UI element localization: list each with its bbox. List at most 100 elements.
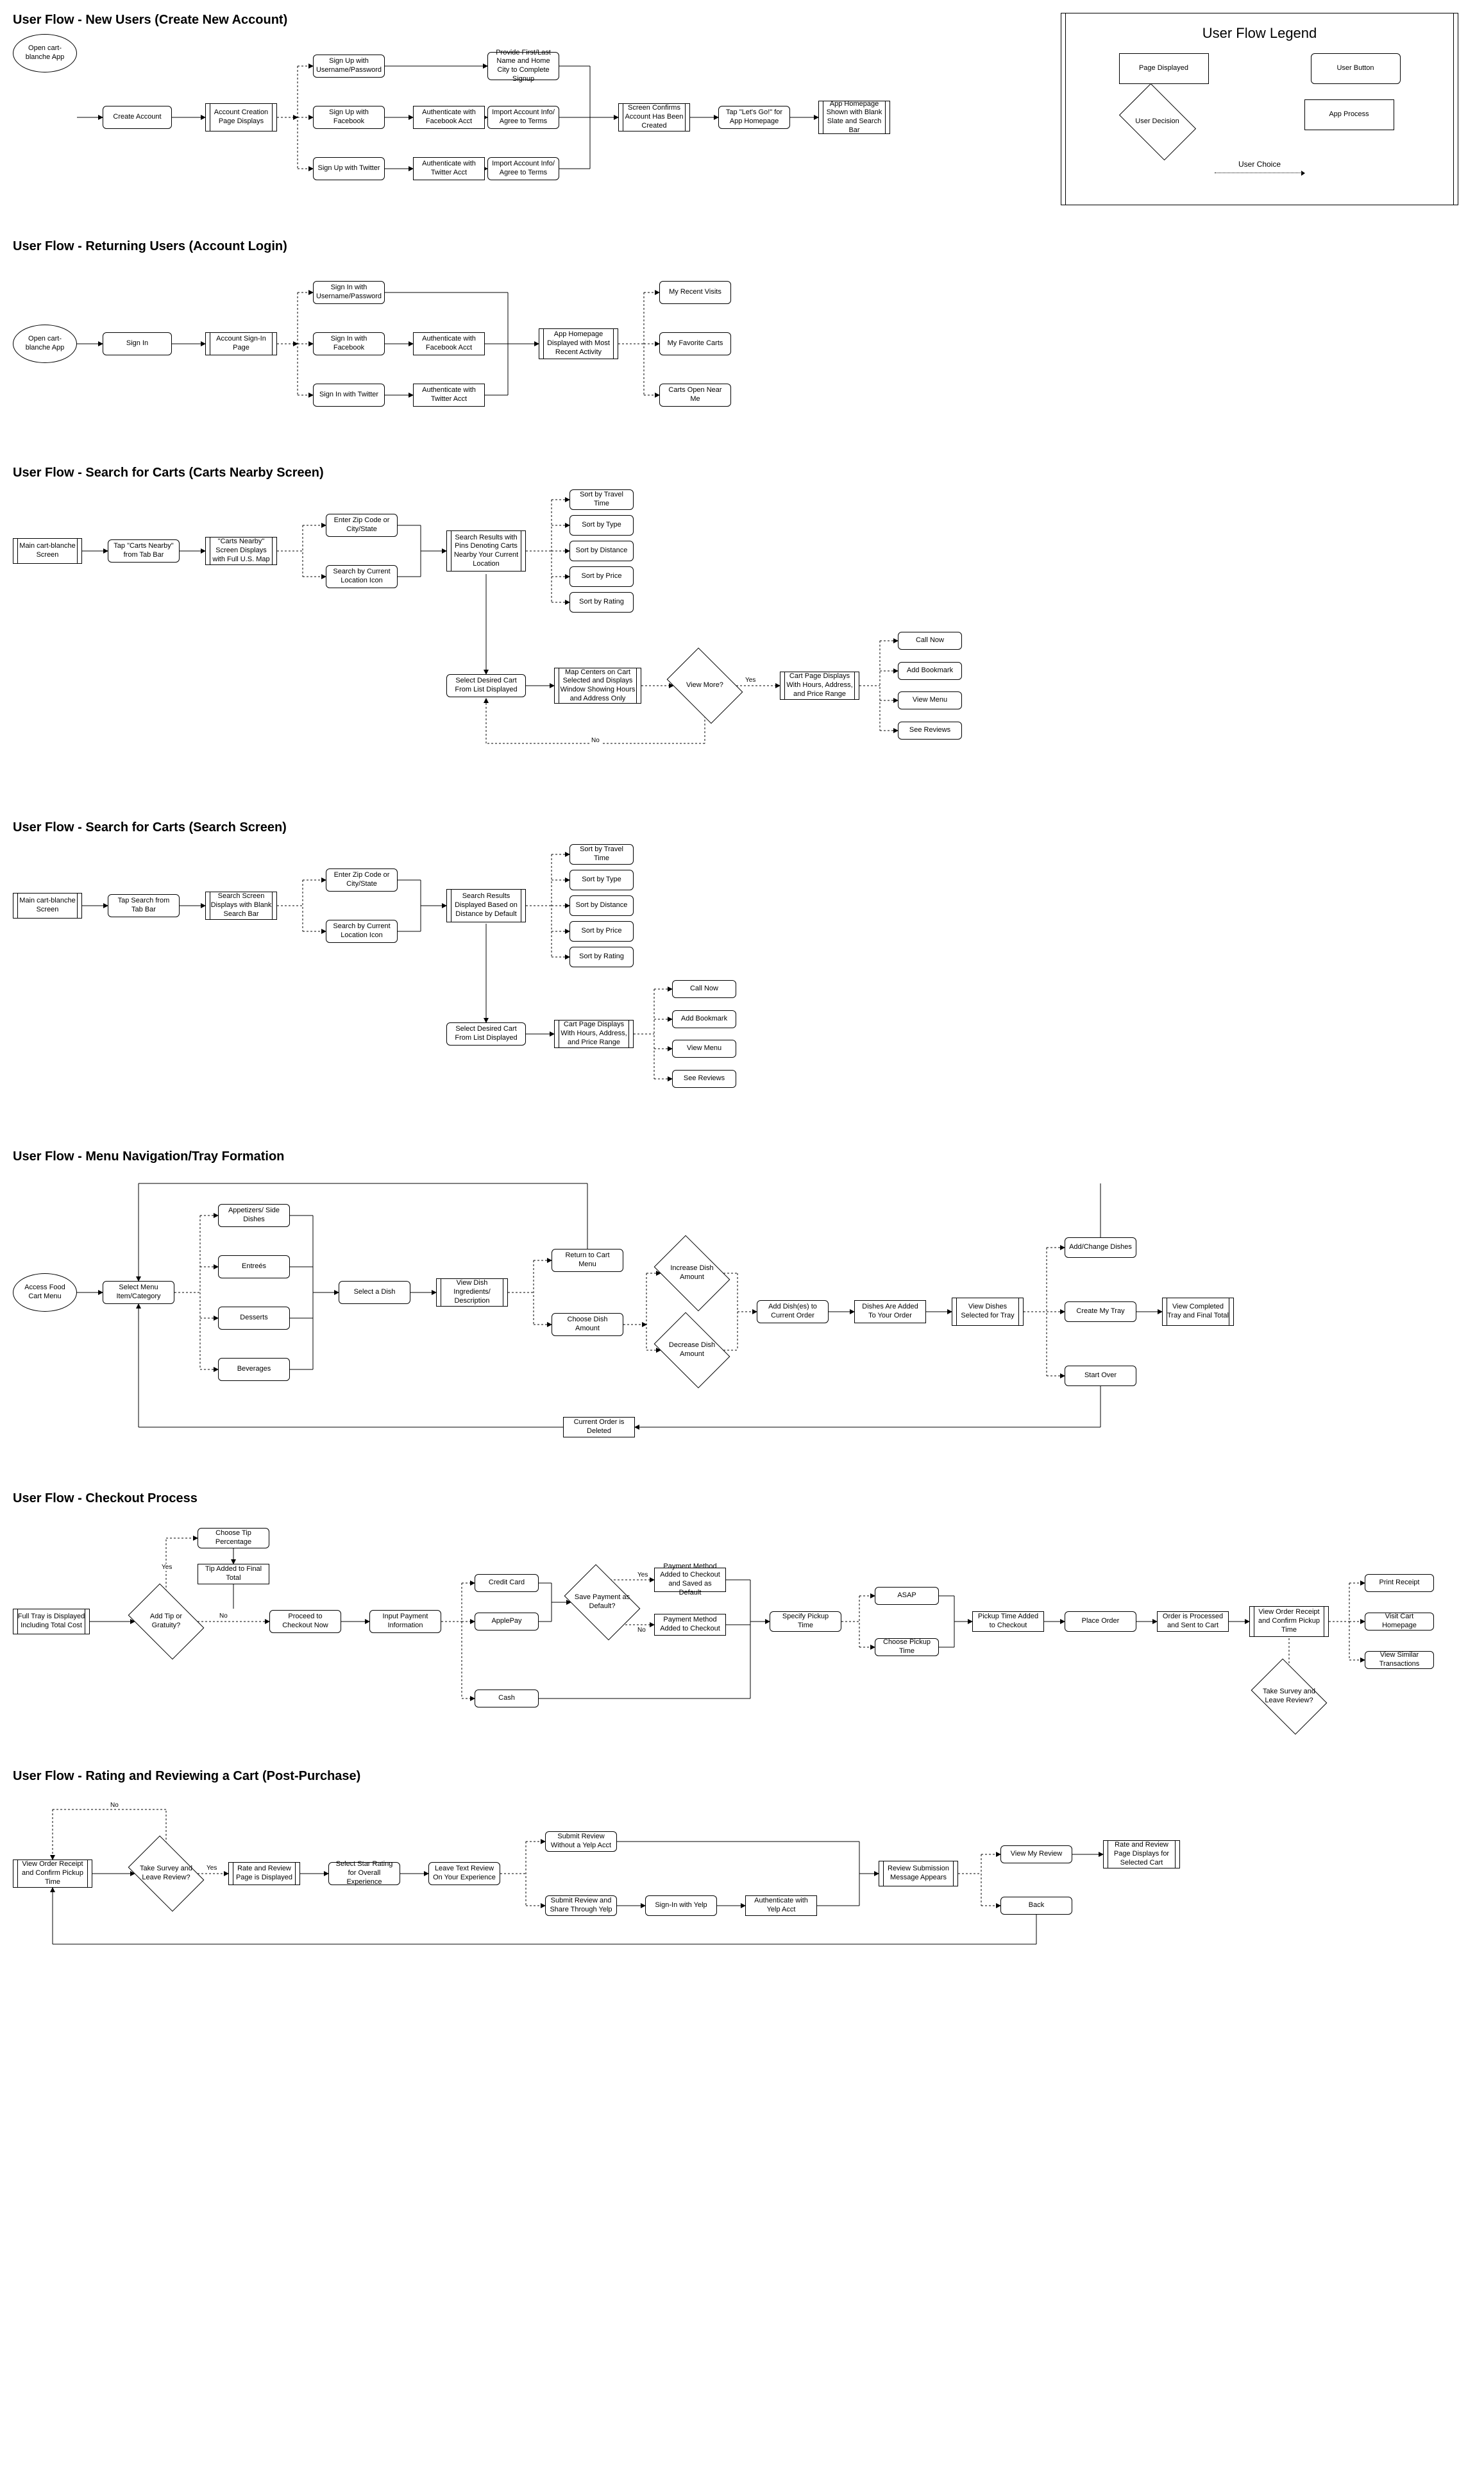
current-location-button[interactable]: Search by Current Location Icon (326, 565, 398, 588)
choose-tip-button[interactable]: Choose Tip Percentage (198, 1528, 269, 1548)
sort-price-button[interactable]: Sort by Price (569, 566, 634, 587)
cash-button[interactable]: Cash (475, 1690, 539, 1707)
decrease-decision[interactable]: Decrease Dish Amount (661, 1328, 723, 1373)
sign-in-button[interactable]: Sign In (103, 332, 172, 355)
select-cart-button[interactable]: Select Desired Cart From List Displayed (446, 674, 526, 697)
import-fb-button[interactable]: Import Account Info/ Agree to Terms (487, 106, 559, 129)
favorite-carts-button[interactable]: My Favorite Carts (659, 332, 731, 355)
carts-nearby-page: "Carts Nearby" Screen Displays with Full… (205, 537, 277, 565)
add-dish-button[interactable]: Add Dish(es) to Current Order (757, 1300, 829, 1323)
input-payment-button[interactable]: Input Payment Information (369, 1610, 441, 1633)
provide-info-button[interactable]: Provide First/Last Name and Home City to… (487, 52, 559, 80)
survey-decision[interactable]: Take Survey and Leave Review? (135, 1851, 198, 1896)
applepay-button[interactable]: ApplePay (475, 1613, 539, 1631)
signin-facebook-button[interactable]: Sign In with Facebook (313, 332, 385, 355)
signup-facebook-button[interactable]: Sign Up with Facebook (313, 106, 385, 129)
add-change-button[interactable]: Add/Change Dishes (1065, 1237, 1136, 1258)
view-dishes-page: View Dishes Selected for Tray (952, 1298, 1024, 1326)
beverages-button[interactable]: Beverages (218, 1358, 290, 1381)
order-processed-process: Order is Processed and Sent to Cart (1157, 1611, 1229, 1632)
entrees-button[interactable]: Entreés (218, 1255, 290, 1278)
auth-facebook-process: Authenticate with Facebook Acct (413, 106, 485, 129)
create-tray-button[interactable]: Create My Tray (1065, 1301, 1136, 1322)
order-deleted-process: Current Order is Deleted (563, 1417, 635, 1437)
lets-go-button[interactable]: Tap "Let's Go!" for App Homepage (718, 106, 790, 129)
return-menu-button[interactable]: Return to Cart Menu (552, 1249, 623, 1272)
call-now-button[interactable]: Call Now (898, 632, 962, 650)
submit-yelp-button[interactable]: Submit Review and Share Through Yelp (545, 1895, 617, 1916)
import-tw-button[interactable]: Import Account Info/ Agree to Terms (487, 157, 559, 180)
add-tip-decision[interactable]: Add Tip or Gratuity? (135, 1599, 198, 1644)
pm-added-process: Payment Method Added to Checkout (654, 1614, 726, 1636)
recent-visits-button[interactable]: My Recent Visits (659, 281, 731, 304)
choose-amount-button[interactable]: Choose Dish Amount (552, 1313, 623, 1336)
sort-type-button[interactable]: Sort by Type (569, 870, 634, 890)
map-window-page: Map Centers on Cart Selected and Display… (554, 668, 641, 704)
section-title: User Flow - Search for Carts (Carts Near… (13, 466, 1471, 480)
signup-twitter-button[interactable]: Sign Up with Twitter (313, 157, 385, 180)
final-rate-page: Rate and Review Page Displays for Select… (1103, 1840, 1180, 1868)
section-menu-tray: User Flow - Menu Navigation/Tray Formati… (13, 1149, 1471, 1453)
view-my-review-button[interactable]: View My Review (1000, 1845, 1072, 1863)
call-now-button[interactable]: Call Now (672, 980, 736, 998)
submit-no-yelp-button[interactable]: Submit Review Without a Yelp Acct (545, 1831, 617, 1852)
asap-button[interactable]: ASAP (875, 1587, 939, 1605)
access-menu: Access Food Cart Menu (13, 1273, 77, 1312)
sort-travel-button[interactable]: Sort by Travel Time (569, 489, 634, 510)
leave-text-button[interactable]: Leave Text Review On Your Experience (428, 1862, 500, 1885)
select-star-button[interactable]: Select Star Rating for Overall Experienc… (328, 1862, 400, 1885)
dishes-added-process: Dishes Are Added To Your Order (854, 1300, 926, 1323)
receipt-page: View Order Receipt and Confirm Pickup Ti… (1249, 1606, 1329, 1637)
view-more-decision[interactable]: View More? (673, 663, 736, 708)
sign-in-yelp-button[interactable]: Sign-In with Yelp (645, 1895, 717, 1916)
see-reviews-button[interactable]: See Reviews (898, 722, 962, 740)
credit-card-button[interactable]: Credit Card (475, 1574, 539, 1592)
start-over-button[interactable]: Start Over (1065, 1366, 1136, 1386)
signup-username-button[interactable]: Sign Up with Username/Password (313, 55, 385, 78)
select-category-button[interactable]: Select Menu Item/Category (103, 1281, 174, 1304)
no-label: No (590, 737, 601, 744)
sort-rating-button[interactable]: Sort by Rating (569, 592, 634, 613)
view-menu-button[interactable]: View Menu (672, 1040, 736, 1058)
section-title: User Flow - Rating and Reviewing a Cart … (13, 1769, 1471, 1784)
current-location-button[interactable]: Search by Current Location Icon (326, 920, 398, 943)
enter-zip-button[interactable]: Enter Zip Code or City/State (326, 868, 398, 892)
visit-cart-homepage-button[interactable]: Visit Cart Homepage (1365, 1613, 1434, 1631)
select-dish-button[interactable]: Select a Dish (339, 1281, 410, 1304)
carts-near-me-button[interactable]: Carts Open Near Me (659, 384, 731, 407)
search-results-page: Search Results with Pins Denoting Carts … (446, 530, 526, 572)
tap-carts-nearby-button[interactable]: Tap "Carts Nearby" from Tab Bar (108, 539, 180, 563)
desserts-button[interactable]: Desserts (218, 1307, 290, 1330)
add-bookmark-button[interactable]: Add Bookmark (672, 1010, 736, 1028)
proceed-checkout-button[interactable]: Proceed to Checkout Now (269, 1610, 341, 1633)
sort-travel-button[interactable]: Sort by Travel Time (569, 844, 634, 865)
view-menu-button[interactable]: View Menu (898, 691, 962, 709)
sort-type-button[interactable]: Sort by Type (569, 515, 634, 536)
main-screen: Main cart-blanche Screen (13, 893, 82, 919)
select-cart-button[interactable]: Select Desired Cart From List Displayed (446, 1022, 526, 1046)
sort-rating-button[interactable]: Sort by Rating (569, 947, 634, 967)
create-account-button[interactable]: Create Account (103, 106, 172, 129)
sort-price-button[interactable]: Sort by Price (569, 921, 634, 942)
place-order-button[interactable]: Place Order (1065, 1611, 1136, 1632)
appetizers-button[interactable]: Appetizers/ Side Dishes (218, 1204, 290, 1227)
back-button[interactable]: Back (1000, 1897, 1072, 1915)
signin-username-button[interactable]: Sign In with Username/Password (313, 281, 385, 304)
save-default-decision[interactable]: Save Payment as Default? (571, 1580, 634, 1625)
open-app: Open cart-blanche App (13, 325, 77, 363)
sort-distance-button[interactable]: Sort by Distance (569, 541, 634, 561)
view-similar-button[interactable]: View Similar Transactions (1365, 1651, 1434, 1669)
open-app: Open cart-blanche App (13, 34, 77, 72)
print-receipt-button[interactable]: Print Receipt (1365, 1574, 1434, 1592)
tap-search-button[interactable]: Tap Search from Tab Bar (108, 894, 180, 917)
enter-zip-button[interactable]: Enter Zip Code or City/State (326, 514, 398, 537)
search-screen-page: Search Screen Displays with Blank Search… (205, 892, 277, 920)
increase-decision[interactable]: Increase Dish Amount (661, 1251, 723, 1296)
signin-twitter-button[interactable]: Sign In with Twitter (313, 384, 385, 407)
choose-pickup-button[interactable]: Choose Pickup Time (875, 1638, 939, 1656)
add-bookmark-button[interactable]: Add Bookmark (898, 662, 962, 680)
sort-distance-button[interactable]: Sort by Distance (569, 895, 634, 916)
survey-decision[interactable]: Take Survey and Leave Review? (1258, 1674, 1320, 1719)
see-reviews-button[interactable]: See Reviews (672, 1070, 736, 1088)
specify-pickup-button[interactable]: Specify Pickup Time (770, 1611, 841, 1632)
